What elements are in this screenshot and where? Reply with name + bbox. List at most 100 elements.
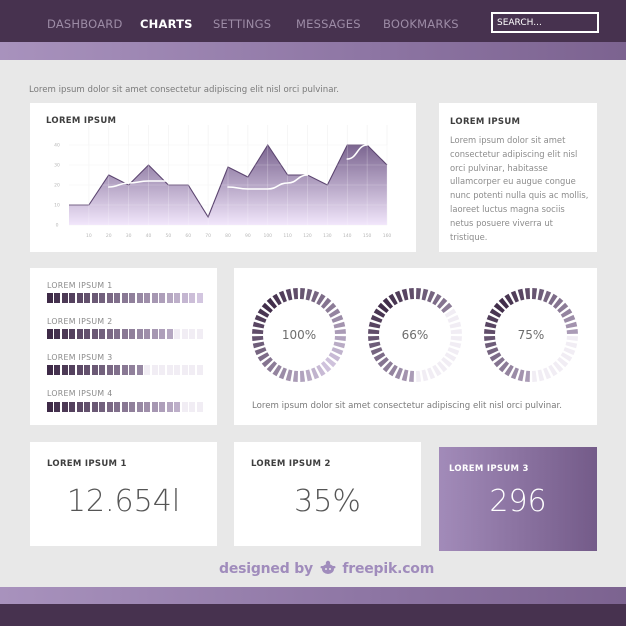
progress-segment	[166, 329, 173, 339]
area-chart-card: LOREM IPSUM 0 10 20 30 40 10 20 30 40 50 60 70 80 90 1…	[30, 103, 416, 252]
footer-bar	[0, 604, 626, 626]
nav-item-charts[interactable]: CHARTS	[140, 17, 193, 31]
progress-label-1: LOREM IPSUM 1	[47, 281, 113, 290]
progress-segment	[114, 365, 121, 375]
progress-segment	[166, 293, 173, 303]
y-tick-label: 10	[54, 203, 60, 209]
progress-segment	[121, 365, 128, 375]
progress-segment	[189, 402, 196, 412]
progress-segment	[114, 293, 121, 303]
progress-segment	[129, 365, 136, 375]
x-tick-label: 10	[86, 233, 92, 239]
progress-segment	[151, 365, 158, 375]
x-tick-label: 100	[263, 233, 272, 239]
footer-accent-band	[0, 587, 626, 604]
stat-card-1-title: LOREM IPSUM 1	[47, 459, 127, 469]
x-tick-label: 140	[343, 233, 352, 239]
segmented-bars-card: LOREM IPSUM 1 LOREM IPSUM 2 LOREM IPSUM …	[30, 268, 217, 425]
progress-label-4: LOREM IPSUM 4	[47, 389, 113, 398]
x-tick-label: 30	[126, 233, 132, 239]
credit-prefix: designed by	[219, 561, 313, 577]
progress-segment	[114, 402, 121, 412]
progress-segment	[189, 329, 196, 339]
text-card: LOREM IPSUM Lorem ipsum dolor sit amet c…	[439, 103, 597, 252]
nav-item-settings[interactable]: SETTINGS	[213, 17, 271, 31]
progress-bar-2	[47, 329, 203, 339]
progress-segment	[76, 329, 83, 339]
progress-segment	[174, 402, 181, 412]
stat-card-2-title: LOREM IPSUM 2	[251, 459, 331, 469]
progress-segment	[151, 402, 158, 412]
progress-segment	[54, 365, 61, 375]
x-tick-label: 160	[383, 233, 392, 239]
progress-segment	[121, 293, 128, 303]
donut-label-2: 66%	[401, 328, 429, 342]
x-tick-label: 20	[106, 233, 112, 239]
x-tick-label: 70	[205, 233, 211, 239]
progress-segment	[121, 329, 128, 339]
y-tick-label: 30	[54, 163, 60, 169]
progress-segment	[76, 365, 83, 375]
progress-segment	[181, 365, 188, 375]
donut-caption: Lorem ipsum dolor sit amet consectetur a…	[252, 401, 562, 411]
nav-item-dashboard[interactable]: DASHBOARD	[47, 17, 123, 31]
progress-segment	[174, 329, 181, 339]
search-input[interactable]	[491, 12, 599, 33]
progress-segment	[181, 402, 188, 412]
progress-segment	[106, 365, 113, 375]
x-tick-label: 80	[225, 233, 231, 239]
stat-card-3-value: 296	[489, 484, 547, 519]
progress-segment	[136, 293, 143, 303]
progress-segment	[129, 402, 136, 412]
progress-segment	[69, 365, 76, 375]
progress-bar-4	[47, 402, 203, 412]
donut-chart-1: 100%	[251, 286, 347, 384]
progress-segment	[189, 293, 196, 303]
stat-card-2: LOREM IPSUM 2 35%	[234, 442, 421, 546]
progress-segment	[99, 365, 106, 375]
progress-segment	[61, 365, 68, 375]
stat-card-3-title: LOREM IPSUM 3	[449, 464, 529, 474]
progress-segment	[54, 402, 61, 412]
progress-bar-1	[47, 293, 203, 303]
progress-segment	[47, 365, 53, 375]
y-tick-label: 0	[56, 223, 59, 229]
x-tick-label: 40	[146, 233, 152, 239]
progress-segment	[99, 293, 106, 303]
progress-segment	[144, 402, 151, 412]
donut-charts-card: 100% 66% 75% Lorem ipsum dolor sit amet …	[234, 268, 597, 425]
stat-card-3: LOREM IPSUM 3 296	[439, 447, 597, 551]
x-tick-label: 50	[166, 233, 172, 239]
progress-segment	[136, 402, 143, 412]
text-card-title: LOREM IPSUM	[450, 117, 521, 127]
progress-segment	[136, 365, 143, 375]
progress-segment	[54, 329, 61, 339]
donut-label-1: 100%	[281, 328, 317, 342]
freepik-credit[interactable]: designed by freepik.com	[219, 560, 434, 579]
progress-segment	[196, 293, 203, 303]
progress-segment	[166, 365, 173, 375]
progress-segment	[84, 329, 91, 339]
progress-label-2: LOREM IPSUM 2	[47, 317, 113, 326]
progress-segment	[69, 293, 76, 303]
progress-segment	[144, 365, 151, 375]
progress-segment	[136, 329, 143, 339]
progress-segment	[91, 293, 98, 303]
nav-item-messages[interactable]: MESSAGES	[296, 17, 361, 31]
progress-segment	[159, 402, 166, 412]
progress-segment	[84, 293, 91, 303]
progress-segment	[91, 329, 98, 339]
x-tick-label: 90	[245, 233, 251, 239]
donut-chart-3: 75%	[483, 286, 579, 384]
progress-segment	[129, 329, 136, 339]
donut-label-3: 75%	[517, 328, 545, 342]
progress-segment	[159, 365, 166, 375]
progress-segment	[91, 402, 98, 412]
x-tick-label: 150	[363, 233, 372, 239]
stat-card-1-value: 12.654l	[66, 484, 181, 519]
progress-segment	[196, 329, 203, 339]
donut-chart-2: 66%	[367, 286, 463, 384]
progress-segment	[84, 365, 91, 375]
nav-item-bookmarks[interactable]: BOOKMARKS	[383, 17, 459, 31]
progress-label-3: LOREM IPSUM 3	[47, 353, 113, 362]
